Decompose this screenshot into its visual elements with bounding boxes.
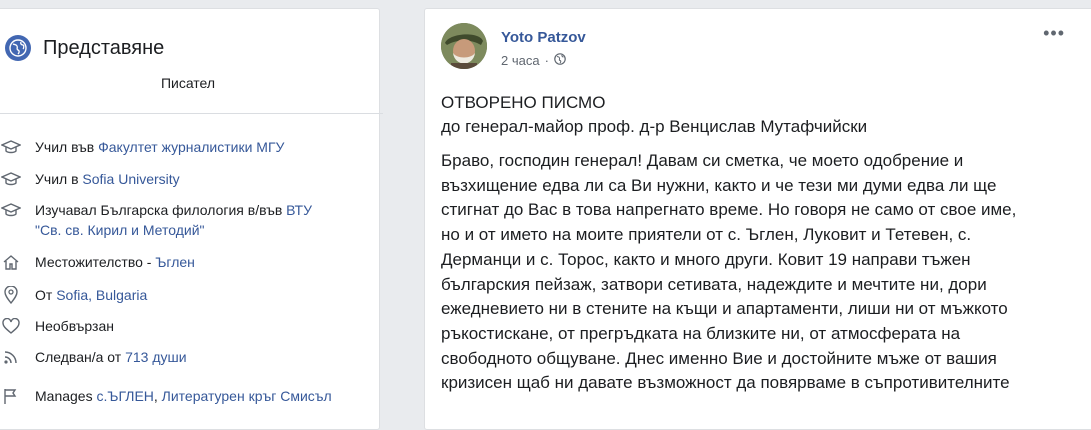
post-time[interactable]: 2 часа xyxy=(501,53,540,68)
intro-header: Представяне xyxy=(5,35,164,61)
education-link-vtu-name[interactable]: "Св. св. Кирил и Методий" xyxy=(35,222,205,238)
relationship-text: Необвързан xyxy=(35,318,114,334)
location-pin-icon xyxy=(0,285,23,305)
post-heading: ОТВОРЕНО ПИСМО xyxy=(441,93,606,112)
intro-card: Представяне Писател Учил във Факултет жу… xyxy=(0,8,383,430)
education-row-3: Изучавал Българска филология в/във ВТУ "С… xyxy=(0,200,365,240)
post-line: ежедневието ни в стените на къщи и апарт… xyxy=(441,299,1008,319)
residence-row: Местожителство - Ъглен xyxy=(0,252,195,272)
manages-link-aglen[interactable]: с.ЪГЛЕН xyxy=(96,388,153,404)
post-card: Yoto Patzov 2 часа · ••• ОТВОРЕНО ПИСМО … xyxy=(424,8,1091,430)
avatar[interactable] xyxy=(441,23,487,69)
heart-icon xyxy=(0,316,23,336)
education-row-2: Учил в Sofia University xyxy=(0,169,180,189)
post-body: Браво, господин генерал! Давам си сметка… xyxy=(441,149,1061,396)
home-icon xyxy=(0,252,23,272)
more-options-icon[interactable]: ••• xyxy=(1043,23,1065,44)
manages-row: Manages с.ЪГЛЕН, Литературен кръг Смисъл xyxy=(0,386,332,406)
post-line: кризисен щаб ни давате възможност да пов… xyxy=(441,373,1010,393)
rss-icon xyxy=(0,347,23,367)
post-line: ръкостискане, от прегръдката на близките… xyxy=(441,323,961,343)
relationship-row: Необвързан xyxy=(0,316,114,336)
manages-link-smisal[interactable]: Литературен кръг Смисъл xyxy=(162,388,332,404)
residence-link[interactable]: Ъглен xyxy=(155,254,195,270)
post-line: възхищение едва ли са Ви нужни, както и … xyxy=(441,175,997,195)
post-line: стигнат до Вас в това напрегнато време. … xyxy=(441,200,1017,220)
education-link-vtu[interactable]: ВТУ xyxy=(286,202,312,218)
intro-title: Представяне xyxy=(43,36,165,59)
graduation-cap-icon xyxy=(0,169,23,189)
divider xyxy=(0,113,383,114)
post-line: но и от името на моите приятели от с. Ъг… xyxy=(441,225,972,245)
post-author[interactable]: Yoto Patzov xyxy=(501,29,586,46)
flag-icon xyxy=(0,386,23,406)
post-line: Дерманци и с. Торос, както и много други… xyxy=(441,249,971,269)
education-row-1: Учил във Факултет журналистики МГУ xyxy=(0,137,284,157)
public-globe-icon[interactable] xyxy=(554,53,566,68)
post-line: българския пейзаж, затвори сетивата, над… xyxy=(441,274,987,294)
from-row: От Sofia, Bulgaria xyxy=(0,285,147,305)
post-meta: 2 часа · xyxy=(501,53,566,68)
post-subheading: до генерал-майор проф. д-р Венцислав Мут… xyxy=(441,117,868,136)
post-line: свободното общуване. Днес именно Вие и д… xyxy=(441,348,997,368)
education-link-mgu[interactable]: Факултет журналистики МГУ xyxy=(98,139,284,155)
followers-row: Следван/а от 713 души xyxy=(0,347,187,367)
followers-link[interactable]: 713 души xyxy=(125,349,186,365)
from-link[interactable]: Sofia, Bulgaria xyxy=(56,287,147,303)
education-link-sofia[interactable]: Sofia University xyxy=(82,171,179,187)
graduation-cap-icon xyxy=(0,137,23,157)
bio-text: Писател xyxy=(160,75,216,91)
graduation-cap-icon xyxy=(0,200,23,220)
post-line: Браво, господин генерал! Давам си сметка… xyxy=(441,151,964,170)
globe-icon xyxy=(5,35,31,61)
